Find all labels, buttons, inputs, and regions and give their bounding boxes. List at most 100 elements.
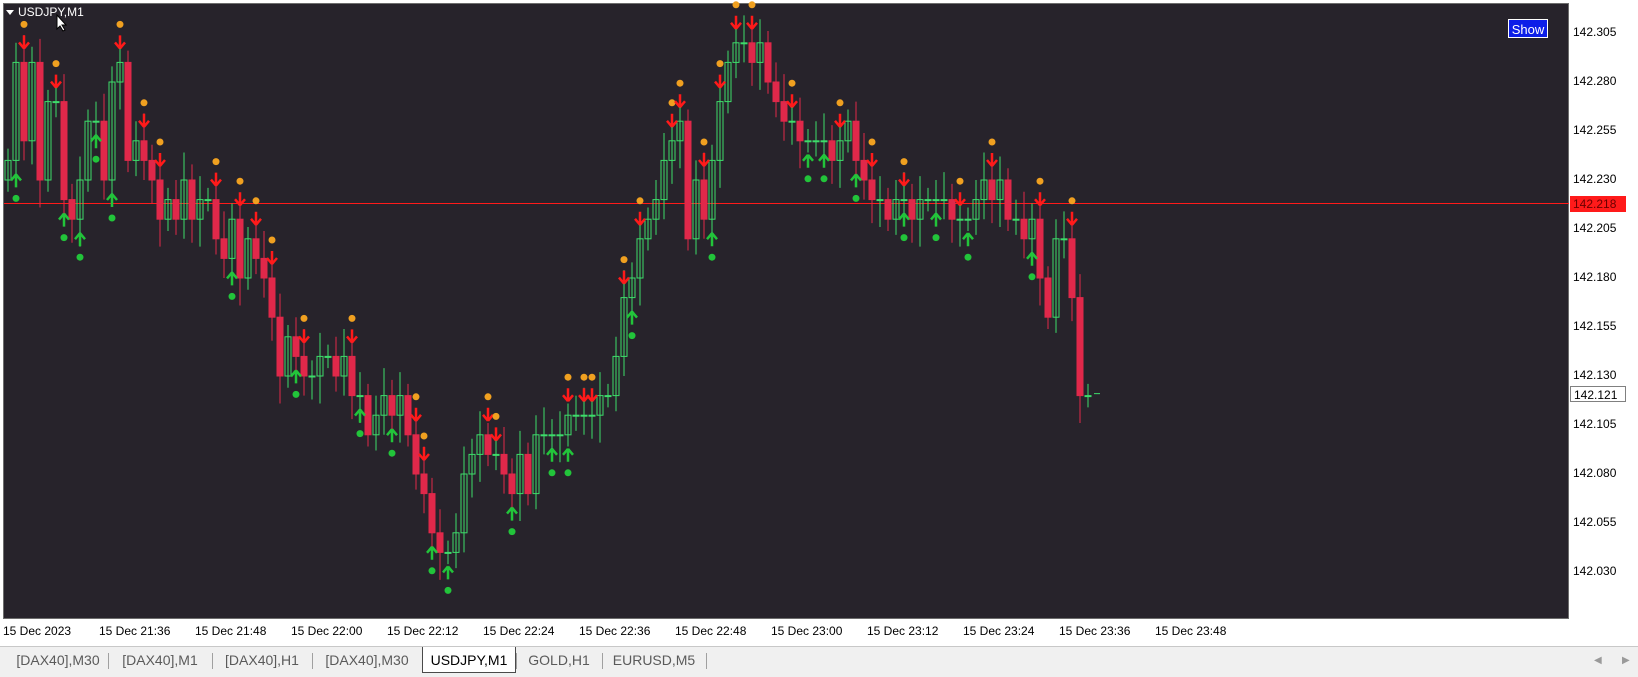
chart-tab[interactable]: [DAX40],M1 xyxy=(108,647,212,673)
bull-candle xyxy=(540,434,548,437)
bear-candle xyxy=(780,101,788,122)
sell-arrow-icon xyxy=(154,153,166,167)
sell-alert-dot-icon xyxy=(236,177,244,185)
bull-candle xyxy=(52,101,60,104)
bear-candle xyxy=(220,238,228,259)
symbol-title: USDJPY,M1 xyxy=(18,5,84,19)
chart-tab[interactable]: GOLD,H1 xyxy=(516,647,602,673)
collapse-triangle-icon[interactable] xyxy=(6,9,14,15)
sell-alert-dot-icon xyxy=(492,412,500,420)
horizontal-line-price-badge: 142.218 xyxy=(1570,195,1626,212)
bear-candle xyxy=(684,120,692,240)
bear-candle xyxy=(348,355,356,397)
chart-tab[interactable]: EURUSD,M5 xyxy=(602,647,706,673)
buy-arrow-icon xyxy=(290,369,302,384)
bear-candle xyxy=(908,199,916,220)
bear-candle xyxy=(68,199,76,220)
sell-alert-dot-icon xyxy=(620,256,628,264)
sell-alert-dot-icon xyxy=(348,314,356,322)
bull-candle xyxy=(940,199,948,202)
sell-arrow-icon xyxy=(346,329,358,344)
sell-arrow-icon xyxy=(618,270,630,285)
sell-alert-dot-icon xyxy=(420,432,428,440)
buy-arrow-icon xyxy=(850,173,862,188)
sell-alert-dot-icon xyxy=(668,99,676,107)
sell-arrow-icon xyxy=(138,113,150,128)
sell-arrow-icon xyxy=(266,251,278,265)
bull-candle xyxy=(492,453,500,456)
bull-candle xyxy=(92,120,100,123)
buy-arrow-icon xyxy=(10,173,22,188)
price-tick-label: 142.180 xyxy=(1573,270,1617,284)
sell-alert-dot-icon xyxy=(564,373,572,381)
bear-candle xyxy=(148,159,156,181)
bear-candle xyxy=(428,493,436,534)
sell-arrow-icon xyxy=(586,388,598,403)
chart-tab-bar: [DAX40],M30 [DAX40],M1 [DAX40],H1 [DAX40],M… xyxy=(0,646,1638,677)
sell-alert-dot-icon xyxy=(116,20,124,28)
buy-arrow-icon xyxy=(818,153,830,168)
chart-tab[interactable]: [DAX40],M30 xyxy=(8,647,108,673)
scroll-left-icon[interactable]: ◀ xyxy=(1594,655,1602,666)
sell-arrow-icon xyxy=(490,427,502,442)
bull-candle xyxy=(572,414,580,417)
buy-arrow-icon xyxy=(562,447,574,462)
bull-candle xyxy=(548,434,556,437)
buy-arrow-icon xyxy=(626,310,638,325)
sell-arrow-icon xyxy=(410,407,422,422)
show-button[interactable]: Show xyxy=(1508,19,1548,38)
price-tick-label: 142.280 xyxy=(1573,74,1617,88)
chart-tab[interactable]: [DAX40],M30 xyxy=(312,647,422,673)
buy-arrow-icon xyxy=(442,565,454,580)
bear-candle xyxy=(852,120,860,161)
time-tick-label: 15 Dec 23:00 xyxy=(771,624,843,638)
sell-arrow-icon xyxy=(674,94,686,109)
bear-candle xyxy=(436,532,444,553)
bear-candle xyxy=(828,140,836,161)
buy-arrow-icon xyxy=(58,212,70,227)
bear-candle xyxy=(1004,179,1012,220)
candlestick-chart[interactable] xyxy=(0,0,1638,646)
price-tick-label: 142.130 xyxy=(1573,368,1617,382)
bear-candle xyxy=(500,453,508,475)
bear-candle xyxy=(772,81,780,103)
buy-arrow-icon xyxy=(90,134,102,149)
bear-candle xyxy=(212,199,220,240)
bear-candle xyxy=(860,159,868,181)
bear-candle xyxy=(300,355,308,377)
time-tick-label: 15 Dec 23:12 xyxy=(867,624,939,638)
tab-separator xyxy=(706,653,707,669)
bear-candle xyxy=(764,42,772,83)
price-tick-label: 142.255 xyxy=(1573,123,1617,137)
bull-candle xyxy=(812,140,820,143)
bear-candle xyxy=(1044,277,1052,318)
bear-candle xyxy=(20,61,28,142)
bull-candle xyxy=(740,42,748,45)
bear-candle xyxy=(172,199,180,220)
bear-candle xyxy=(188,179,196,220)
chart-tab[interactable]: [DAX40],H1 xyxy=(212,647,312,673)
bear-candle xyxy=(884,199,892,220)
buy-alert-dot-icon xyxy=(804,175,812,183)
scroll-right-icon[interactable]: ▶ xyxy=(1622,655,1630,666)
bear-candle xyxy=(332,355,340,377)
sell-alert-dot-icon xyxy=(1036,177,1044,185)
chart-tab[interactable]: USDJPY,M1 xyxy=(422,647,516,673)
time-tick-label: 15 Dec 22:12 xyxy=(387,624,459,638)
bear-candle xyxy=(236,218,244,279)
bear-candle xyxy=(292,336,300,357)
bear-candle xyxy=(1020,218,1028,240)
bear-candle xyxy=(700,179,708,220)
sell-arrow-icon xyxy=(1066,211,1078,226)
bull-candle xyxy=(1012,218,1020,221)
buy-alert-dot-icon xyxy=(932,234,940,242)
buy-arrow-icon xyxy=(962,232,974,247)
bull-candle xyxy=(788,120,796,123)
buy-arrow-icon xyxy=(226,271,238,286)
bear-candle xyxy=(988,179,996,201)
buy-alert-dot-icon xyxy=(564,469,572,477)
chart-window[interactable]: USDJPY,M1 Show 142.305 142.280 142.255 142.… xyxy=(0,0,1638,646)
buy-arrow-icon xyxy=(546,447,558,462)
sell-arrow-icon xyxy=(298,329,310,344)
buy-arrow-icon xyxy=(706,232,718,247)
